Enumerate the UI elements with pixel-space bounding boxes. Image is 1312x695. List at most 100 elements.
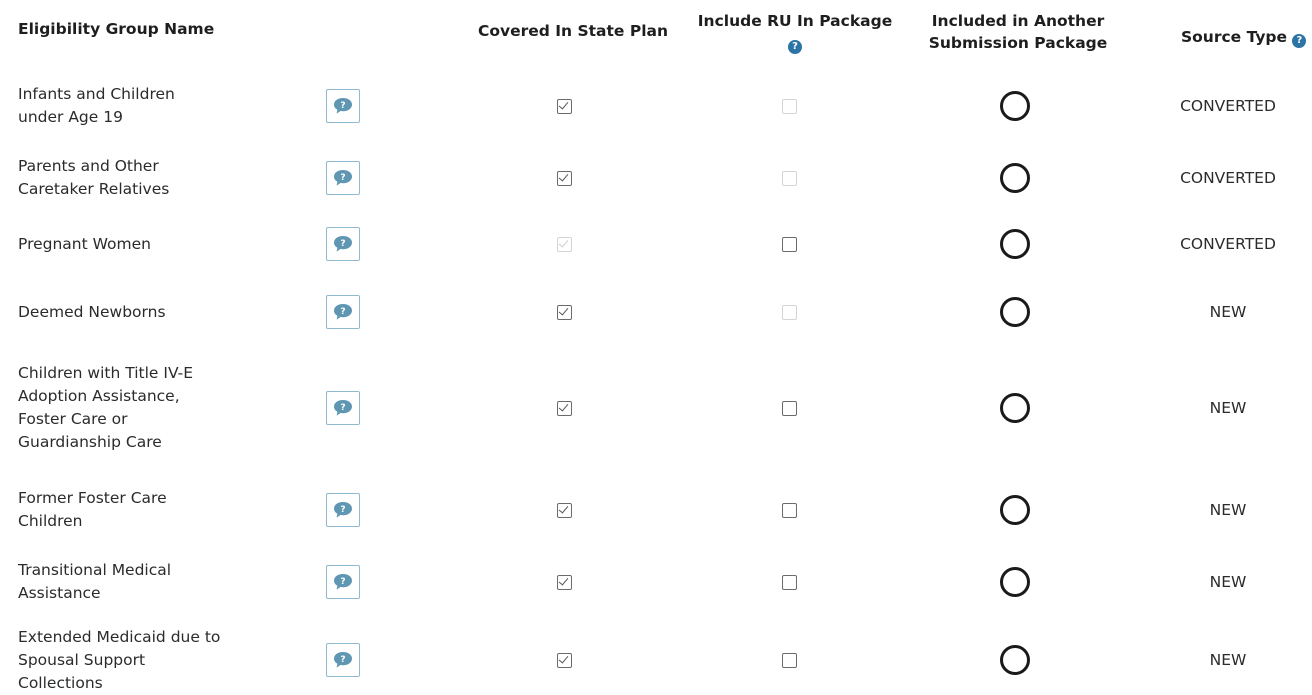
included-in-another-cell <box>990 552 1040 612</box>
included-in-another-cell <box>990 480 1040 540</box>
svg-text:?: ? <box>340 577 345 587</box>
header-source-type-label: Source Type <box>1181 28 1288 46</box>
include-ru-cell <box>772 624 806 695</box>
source-type-value: NEW <box>1209 303 1247 321</box>
include-ru-cell <box>772 552 806 612</box>
source-type-value: NEW <box>1209 573 1247 591</box>
covered-in-state-plan-cell <box>548 224 580 264</box>
included-in-another-radio[interactable] <box>1000 229 1030 259</box>
included-in-another-cell <box>990 624 1040 695</box>
covered-in-state-plan-checkbox[interactable] <box>556 652 572 668</box>
include-ru-cell <box>772 480 806 540</box>
comment-button[interactable]: ? <box>326 643 360 677</box>
source-type-value: CONVERTED <box>1180 169 1276 187</box>
table-row: Deemed Newborns ? NEW <box>0 292 1312 332</box>
comment-cell: ? <box>324 358 362 458</box>
table-row: Former Foster Care Children ? NEW <box>0 480 1312 540</box>
svg-text:?: ? <box>340 173 345 183</box>
eligibility-group-name: Deemed Newborns <box>18 302 166 321</box>
comment-cell: ? <box>324 292 362 332</box>
comment-icon: ? <box>334 652 352 668</box>
svg-text:?: ? <box>340 239 345 249</box>
include-ru-checkbox[interactable] <box>781 574 797 590</box>
eligibility-group-name: Pregnant Women <box>18 234 151 253</box>
comment-icon: ? <box>334 574 352 590</box>
header-included-another-line2: Submission Package <box>928 34 1108 52</box>
header-source-type: Source Type ? <box>1181 26 1307 48</box>
include-ru-checkbox[interactable] <box>781 652 797 668</box>
covered-in-state-plan-checkbox[interactable] <box>556 574 572 590</box>
include-ru-checkbox[interactable] <box>781 236 797 252</box>
covered-in-state-plan-cell <box>548 358 580 458</box>
comment-icon: ? <box>334 98 352 114</box>
included-in-another-radio[interactable] <box>1000 495 1030 525</box>
include-ru-checkbox[interactable] <box>781 502 797 518</box>
included-in-another-cell <box>990 74 1040 138</box>
included-in-another-radio[interactable] <box>1000 297 1030 327</box>
svg-text:?: ? <box>340 505 345 515</box>
comment-button[interactable]: ? <box>326 295 360 329</box>
source-type-value: CONVERTED <box>1180 235 1276 253</box>
covered-in-state-plan-cell <box>548 552 580 612</box>
comment-button[interactable]: ? <box>326 161 360 195</box>
include-ru-checkbox[interactable] <box>781 170 797 186</box>
comment-icon: ? <box>334 304 352 320</box>
header-included-in-another-package: Included in Another Submission Package <box>898 10 1138 54</box>
comment-cell: ? <box>324 224 362 264</box>
covered-in-state-plan-checkbox[interactable] <box>556 170 572 186</box>
comment-icon: ? <box>334 236 352 252</box>
include-ru-checkbox[interactable] <box>781 98 797 114</box>
source-type-value: NEW <box>1209 651 1247 669</box>
covered-in-state-plan-cell <box>548 146 580 210</box>
source-type-value: NEW <box>1209 501 1247 519</box>
table-row: Pregnant Women ? CONVERTED <box>0 224 1312 264</box>
eligibility-group-name: Parents and Other Caretaker Relatives <box>18 157 170 198</box>
eligibility-group-name: Children with Title IV-E Adoption Assist… <box>18 364 194 451</box>
header-eligibility-group-name: Eligibility Group Name <box>18 20 215 38</box>
table-row: Children with Title IV-E Adoption Assist… <box>0 358 1312 458</box>
eligibility-group-name: Infants and Children under Age 19 <box>18 85 175 126</box>
covered-in-state-plan-checkbox[interactable] <box>556 98 572 114</box>
covered-in-state-plan-checkbox[interactable] <box>556 236 572 252</box>
header-include-ru: Include RU In Package ? <box>690 10 900 54</box>
header-included-another-line1: Included in Another <box>931 12 1105 30</box>
include-ru-cell <box>772 292 806 332</box>
comment-button[interactable]: ? <box>326 493 360 527</box>
eligibility-group-name: Former Foster Care Children <box>18 489 167 530</box>
eligibility-group-name: Extended Medicaid due to Spousal Support… <box>18 627 221 692</box>
include-ru-checkbox[interactable] <box>781 304 797 320</box>
included-in-another-radio[interactable] <box>1000 393 1030 423</box>
covered-in-state-plan-cell <box>548 624 580 695</box>
comment-icon: ? <box>334 400 352 416</box>
comment-cell: ? <box>324 552 362 612</box>
include-ru-cell <box>772 358 806 458</box>
svg-text:?: ? <box>340 655 345 665</box>
comment-button[interactable]: ? <box>326 227 360 261</box>
table-row: Transitional Medical Assistance ? NEW <box>0 552 1312 612</box>
comment-button[interactable]: ? <box>326 565 360 599</box>
comment-button[interactable]: ? <box>326 89 360 123</box>
covered-in-state-plan-checkbox[interactable] <box>556 400 572 416</box>
included-in-another-radio[interactable] <box>1000 91 1030 121</box>
covered-in-state-plan-cell <box>548 480 580 540</box>
eligibility-groups-page: Eligibility Group Name Covered In State … <box>0 0 1312 695</box>
table-row: Extended Medicaid due to Spousal Support… <box>0 624 1312 695</box>
included-in-another-radio[interactable] <box>1000 645 1030 675</box>
included-in-another-cell <box>990 292 1040 332</box>
header-include-ru-label: Include RU In Package <box>697 12 893 30</box>
covered-in-state-plan-checkbox[interactable] <box>556 304 572 320</box>
help-icon[interactable]: ? <box>788 40 802 54</box>
include-ru-checkbox[interactable] <box>781 400 797 416</box>
header-covered-in-state-plan: Covered In State Plan <box>478 22 669 40</box>
comment-cell: ? <box>324 480 362 540</box>
included-in-another-radio[interactable] <box>1000 567 1030 597</box>
included-in-another-cell <box>990 358 1040 458</box>
comment-button[interactable]: ? <box>326 391 360 425</box>
eligibility-group-name: Transitional Medical Assistance <box>18 561 172 602</box>
include-ru-cell <box>772 224 806 264</box>
included-in-another-cell <box>990 146 1040 210</box>
covered-in-state-plan-checkbox[interactable] <box>556 502 572 518</box>
included-in-another-radio[interactable] <box>1000 163 1030 193</box>
svg-text:?: ? <box>340 403 345 413</box>
help-icon[interactable]: ? <box>1292 34 1307 48</box>
